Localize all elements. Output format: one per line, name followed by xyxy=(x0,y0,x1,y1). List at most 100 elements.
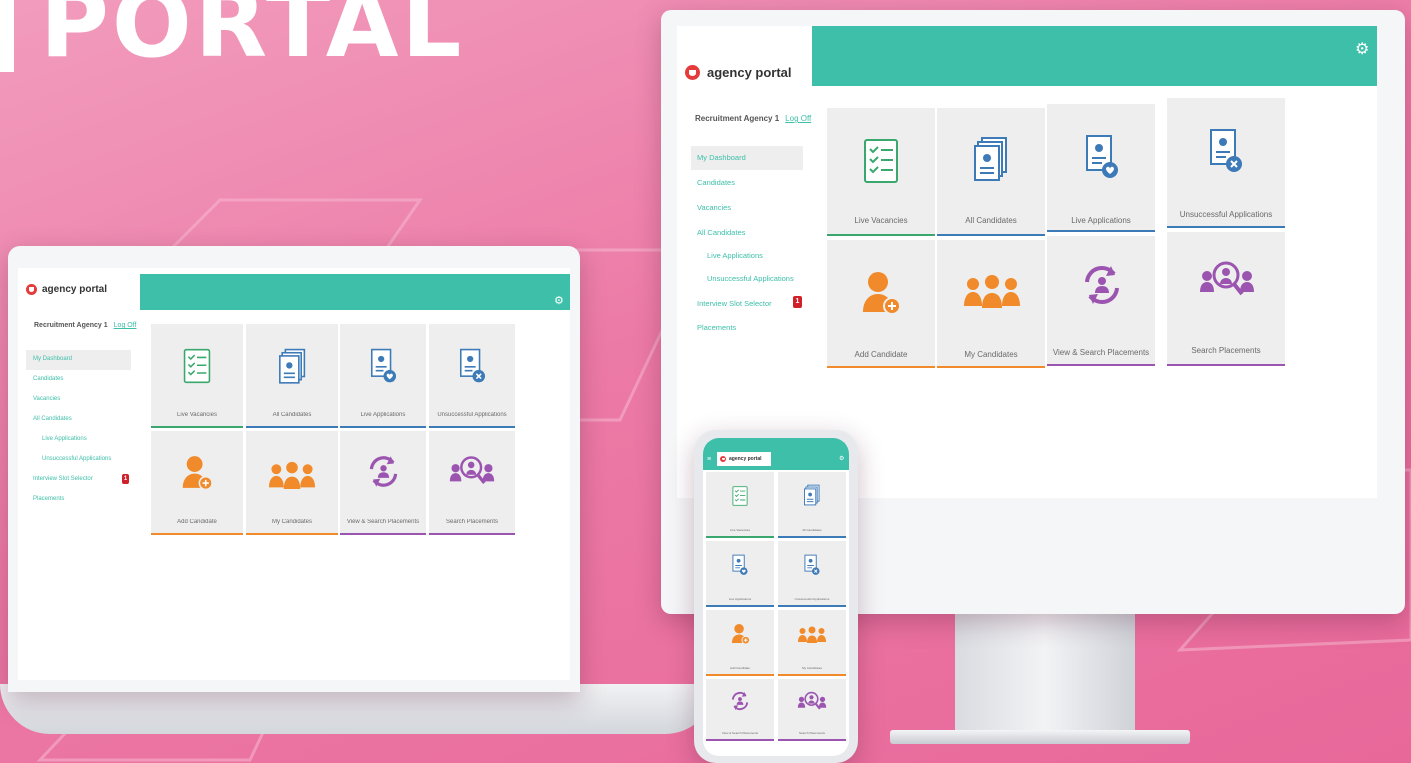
nav-all-candidates[interactable]: All Candidates xyxy=(33,416,72,422)
tile-label: View & Search Placements xyxy=(1052,348,1150,357)
people-group-icon xyxy=(268,461,316,489)
nav-vacancies[interactable]: Vacancies xyxy=(33,396,60,402)
tile-label: Live Applications xyxy=(360,412,406,418)
tile-my-candidates[interactable]: My Candidates xyxy=(937,240,1045,368)
nav-my-dashboard[interactable]: My Dashboard xyxy=(691,146,803,170)
tile-my-candidates[interactable]: My Candidates xyxy=(778,610,846,676)
tile-label: My Candidates xyxy=(964,350,1018,359)
tile-live-applications[interactable]: Live Applications xyxy=(340,324,426,428)
tile-label: Search Placements xyxy=(798,731,825,735)
nav-all-candidates[interactable]: All Candidates xyxy=(697,228,745,237)
tile-my-candidates[interactable]: My Candidates xyxy=(246,431,338,535)
tile-live-applications[interactable]: Live Applications xyxy=(1047,104,1155,232)
tile-search-placements[interactable]: Search Placements xyxy=(429,431,515,535)
tile-all-candidates[interactable]: All Candidates xyxy=(778,472,846,538)
tile-label: View & Search Placements xyxy=(346,519,420,525)
nav-my-dashboard[interactable]: My Dashboard xyxy=(26,350,131,370)
nav-candidates[interactable]: Candidates xyxy=(697,178,735,187)
nav-interview-slot-selector[interactable]: Interview Slot Selector xyxy=(33,476,93,482)
logoff-link[interactable]: Log Off xyxy=(114,322,137,329)
nav-interview-slot-selector[interactable]: Interview Slot Selector xyxy=(697,299,772,308)
tile-view-search-placements[interactable]: View & Search Placements xyxy=(706,679,774,741)
tile-label: All Candidates xyxy=(802,528,822,532)
gear-icon[interactable]: ⚙ xyxy=(554,296,564,307)
app-logo[interactable]: agency portal xyxy=(18,274,140,304)
monitor-screen: agency portal ⚙ Recruitment Agency 1 Log … xyxy=(677,26,1377,498)
people-group-icon xyxy=(964,275,1020,308)
tile-add-candidate[interactable]: Add Candidate xyxy=(151,431,243,535)
gear-icon[interactable]: ⚙ xyxy=(839,456,844,462)
tile-live-vacancies[interactable]: Live Vacancies xyxy=(151,324,243,428)
monitor-stand-neck xyxy=(955,610,1135,738)
tile-live-vacancies[interactable]: Live Vacancies xyxy=(706,472,774,538)
tile-label: Search Placements xyxy=(1191,346,1261,355)
tile-label: Search Placements xyxy=(445,519,499,525)
document-cross-icon xyxy=(804,554,820,575)
nav-placements[interactable]: Placements xyxy=(697,323,736,332)
tile-label: Live Vacancies xyxy=(854,216,908,225)
nav-candidates[interactable]: Candidates xyxy=(33,376,63,382)
document-heart-icon xyxy=(1086,135,1118,178)
tile-all-candidates[interactable]: All Candidates xyxy=(937,108,1045,236)
hamburger-icon[interactable]: ≡ xyxy=(707,456,711,463)
tile-label: My Candidates xyxy=(271,519,313,525)
tile-search-placements[interactable]: Search Placements xyxy=(778,679,846,741)
add-person-icon xyxy=(182,456,213,491)
documents-icon xyxy=(804,484,820,506)
search-people-icon xyxy=(449,456,495,485)
account-name: Recruitment Agency 1 Log Off xyxy=(695,114,812,123)
tile-label: All Candidates xyxy=(965,216,1017,225)
tile-label: Add Candidate xyxy=(177,519,217,525)
app-logo[interactable]: agency portal xyxy=(717,452,771,466)
tile-unsuccessful-applications[interactable]: Unsuccessful Applications xyxy=(429,324,515,428)
nav-vacancies[interactable]: Vacancies xyxy=(697,203,731,212)
gear-icon[interactable]: ⚙ xyxy=(1355,42,1369,58)
tile-label: Unsuccessful Applications xyxy=(794,597,830,601)
nav-unsuccessful-applications[interactable]: Unsuccessful Applications xyxy=(42,456,111,462)
document-heart-icon xyxy=(370,348,397,383)
refresh-person-icon xyxy=(731,691,749,711)
refresh-person-icon xyxy=(369,456,398,487)
tile-label: Live Vacancies xyxy=(730,528,750,532)
app-name: agency portal xyxy=(729,456,762,462)
tile-unsuccessful-applications[interactable]: Unsuccessful Applications xyxy=(778,541,846,607)
interview-count-badge: 1 xyxy=(793,296,802,308)
tile-label: Live Applications xyxy=(728,597,752,601)
tile-add-candidate[interactable]: Add Candidate xyxy=(706,610,774,676)
nav-live-applications[interactable]: Live Applications xyxy=(42,436,87,442)
banner-bar xyxy=(0,0,14,72)
tile-label: My Candidates xyxy=(801,666,822,670)
tile-unsuccessful-applications[interactable]: Unsuccessful Applications xyxy=(1167,98,1285,228)
agency-logo-icon xyxy=(26,283,37,295)
tile-search-placements[interactable]: Search Placements xyxy=(1167,232,1285,366)
nav-live-applications[interactable]: Live Applications xyxy=(707,251,763,260)
tile-label: View & Search Placements xyxy=(721,731,759,735)
app-header xyxy=(812,26,1377,86)
sidebar: Recruitment Agency 1 Log Off My Dashboard… xyxy=(18,310,140,680)
tile-label: Add Candidate xyxy=(854,350,908,359)
document-cross-icon xyxy=(459,348,486,383)
tile-view-search-placements[interactable]: View & Search Placements xyxy=(1047,236,1155,366)
search-people-icon xyxy=(1200,261,1254,296)
tile-live-vacancies[interactable]: Live Vacancies xyxy=(827,108,935,236)
nav-placements[interactable]: Placements xyxy=(33,496,64,502)
logoff-link[interactable]: Log Off xyxy=(785,114,811,123)
checklist-icon xyxy=(183,348,211,384)
interview-count-badge: 1 xyxy=(122,474,129,484)
people-group-icon xyxy=(798,626,826,643)
tile-label: Unsuccessful Applications xyxy=(1179,210,1273,219)
documents-icon xyxy=(279,348,306,384)
tile-label: Add Candidate xyxy=(730,666,750,670)
checklist-icon xyxy=(864,139,898,183)
agency-logo-icon xyxy=(685,64,700,80)
tile-live-applications[interactable]: Live Applications xyxy=(706,541,774,607)
app-name: agency portal xyxy=(42,283,108,295)
tile-all-candidates[interactable]: All Candidates xyxy=(246,324,338,428)
phone-screen: ≡ agency portal ⚙ Live Vacancies All Can… xyxy=(703,438,849,756)
laptop-screen: agency portal ⚙ Recruitment Agency 1 Log … xyxy=(18,268,570,680)
nav-unsuccessful-applications[interactable]: Unsuccessful Applications xyxy=(707,274,794,283)
tile-view-search-placements[interactable]: View & Search Placements xyxy=(340,431,426,535)
app-logo[interactable]: agency portal xyxy=(677,54,812,90)
tile-label: Live Vacancies xyxy=(177,412,217,418)
tile-add-candidate[interactable]: Add Candidate xyxy=(827,240,935,368)
